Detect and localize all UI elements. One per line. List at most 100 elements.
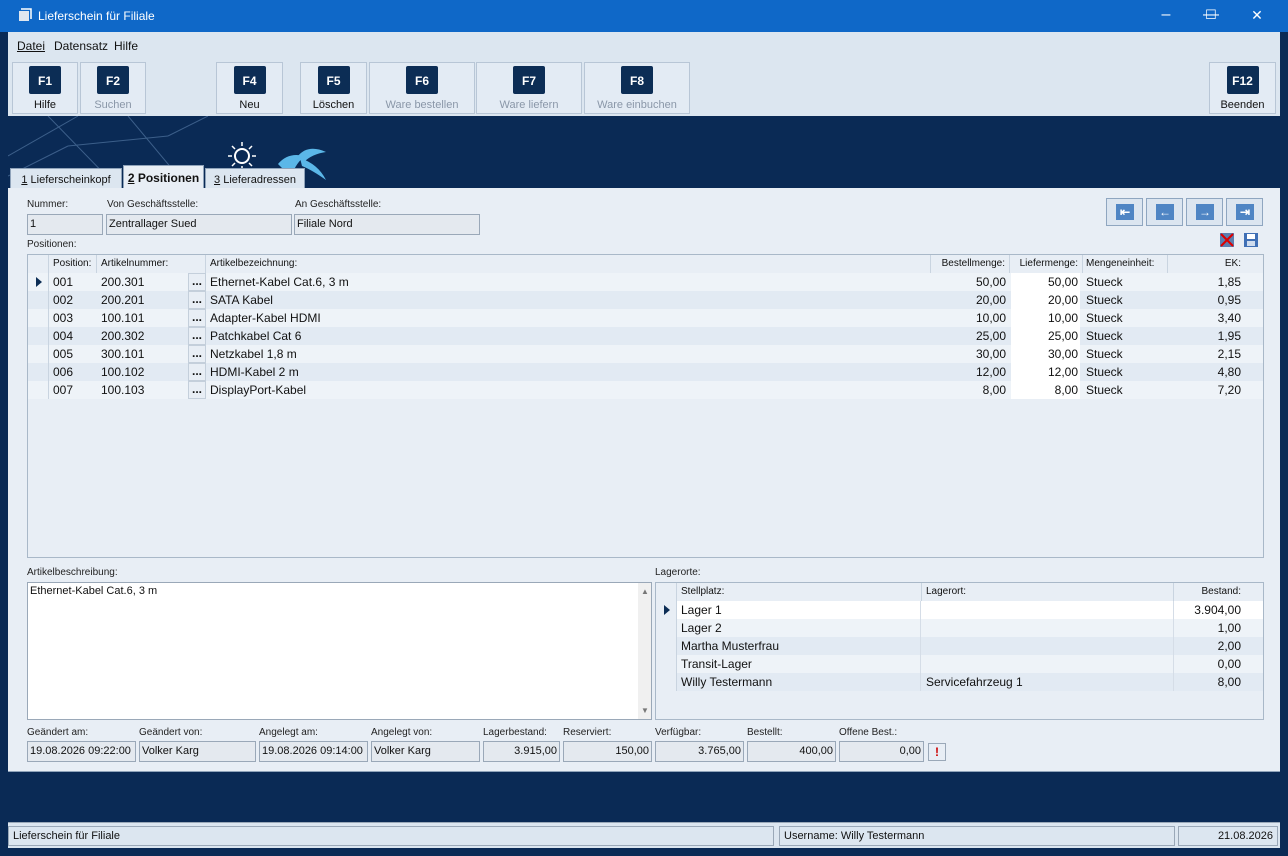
cell-liefermenge[interactable]: 20,00 [1011, 291, 1080, 309]
ellipsis-button[interactable]: ... [188, 363, 206, 381]
row-indicator[interactable] [656, 619, 677, 637]
deliver-goods-button[interactable]: F7 Ware liefern [476, 62, 582, 114]
tab-lieferadressen[interactable]: 3 Lieferadressen [205, 168, 305, 190]
maximize-button[interactable]: ☐ [1188, 0, 1234, 32]
cell-stellplatz[interactable]: Lager 2 [681, 619, 921, 637]
table-row[interactable]: 002 200.201... SATA Kabel 20,00 20,00 Stueck 0… [28, 291, 1263, 309]
cell-mengeneinheit[interactable]: Stueck [1086, 291, 1166, 309]
cell-mengeneinheit[interactable]: Stueck [1086, 345, 1166, 363]
cell-artikelbezeichnung[interactable]: SATA Kabel [210, 291, 930, 309]
first-record-button[interactable]: ⇤ [1106, 198, 1143, 226]
ellipsis-button[interactable]: ... [188, 273, 206, 291]
cell-ek[interactable]: 7,20 [1168, 381, 1241, 399]
cell-lagerort[interactable] [926, 619, 1174, 637]
cell-position[interactable]: 003 [53, 309, 97, 327]
row-indicator[interactable] [656, 673, 677, 691]
table-row[interactable]: 001 200.301... Ethernet-Kabel Cat.6, 3 m 50… [28, 273, 1263, 291]
delete-button[interactable]: F5 Löschen [300, 62, 367, 114]
col-bestand[interactable]: Bestand: [1174, 583, 1245, 601]
geaendert-von-field[interactable]: Volker Karg [139, 741, 256, 762]
row-indicator[interactable] [656, 637, 677, 655]
angelegt-am-field[interactable]: 19.08.2026 09:14:00 [259, 741, 368, 762]
offene-field[interactable]: 0,00 [839, 741, 924, 762]
next-record-button[interactable]: → [1186, 198, 1223, 226]
cell-ek[interactable]: 1,95 [1168, 327, 1241, 345]
bestellt-field[interactable]: 400,00 [747, 741, 836, 762]
ellipsis-button[interactable]: ... [188, 327, 206, 345]
save-icon[interactable] [1242, 231, 1260, 249]
cell-mengeneinheit[interactable]: Stueck [1086, 273, 1166, 291]
table-row[interactable]: Willy Testermann Servicefahrzeug 1 8,00 [656, 673, 1263, 691]
col-ek[interactable]: EK: [1168, 255, 1245, 273]
cell-artikelbezeichnung[interactable]: DisplayPort-Kabel [210, 381, 930, 399]
row-indicator[interactable] [28, 345, 49, 363]
lagerbestand-field[interactable]: 3.915,00 [483, 741, 560, 762]
tab-positionen[interactable]: 2 Positionen [123, 165, 204, 190]
cell-stellplatz[interactable]: Martha Musterfrau [681, 637, 921, 655]
row-indicator[interactable] [28, 381, 49, 399]
cell-artikelnummer[interactable]: 100.102 [101, 363, 187, 381]
reserviert-field[interactable]: 150,00 [563, 741, 652, 762]
cell-stellplatz[interactable]: Willy Testermann [681, 673, 921, 691]
nummer-field[interactable]: 1 [27, 214, 103, 235]
cell-liefermenge[interactable]: 50,00 [1011, 273, 1080, 291]
cell-mengeneinheit[interactable]: Stueck [1086, 327, 1166, 345]
geaendert-am-field[interactable]: 19.08.2026 09:22:00 [27, 741, 136, 762]
col-artikelnummer[interactable]: Artikelnummer: [97, 255, 206, 273]
cell-position[interactable]: 005 [53, 345, 97, 363]
scroll-up-icon[interactable]: ▲ [641, 587, 649, 596]
cell-stellplatz[interactable]: Lager 1 [681, 601, 921, 619]
ellipsis-button[interactable]: ... [188, 309, 206, 327]
von-field[interactable]: Zentrallager Sued [106, 214, 292, 235]
cell-bestellmenge[interactable]: 12,00 [931, 363, 1006, 381]
order-goods-button[interactable]: F6 Ware bestellen [369, 62, 475, 114]
cell-bestand[interactable]: 2,00 [1174, 637, 1241, 655]
angelegt-von-field[interactable]: Volker Karg [371, 741, 480, 762]
row-indicator[interactable] [28, 327, 49, 345]
verfuegbar-field[interactable]: 3.765,00 [655, 741, 744, 762]
cell-bestand[interactable]: 0,00 [1174, 655, 1241, 673]
cell-liefermenge[interactable]: 30,00 [1011, 345, 1080, 363]
beschreibung-textarea[interactable]: Ethernet-Kabel Cat.6, 3 m ▲ ▼ [27, 582, 652, 720]
ellipsis-button[interactable]: ... [188, 345, 206, 363]
cell-position[interactable]: 004 [53, 327, 97, 345]
cell-mengeneinheit[interactable]: Stueck [1086, 381, 1166, 399]
cell-ek[interactable]: 4,80 [1168, 363, 1241, 381]
row-indicator[interactable] [28, 363, 49, 381]
delete-row-icon[interactable] [1218, 231, 1236, 249]
cell-liefermenge[interactable]: 10,00 [1011, 309, 1080, 327]
cell-artikelnummer[interactable]: 100.103 [101, 381, 187, 399]
cell-liefermenge[interactable]: 25,00 [1011, 327, 1080, 345]
col-stellplatz[interactable]: Stellplatz: [677, 583, 922, 601]
cell-ek[interactable]: 0,95 [1168, 291, 1241, 309]
cell-mengeneinheit[interactable]: Stueck [1086, 363, 1166, 381]
col-artikelbezeichnung[interactable]: Artikelbezeichnung: [206, 255, 931, 273]
cell-mengeneinheit[interactable]: Stueck [1086, 309, 1166, 327]
table-row[interactable]: 006 100.102... HDMI-Kabel 2 m 12,00 12,00 Stu… [28, 363, 1263, 381]
cell-bestellmenge[interactable]: 10,00 [931, 309, 1006, 327]
search-button[interactable]: F2 Suchen [80, 62, 146, 114]
col-mengeneinheit[interactable]: Mengeneinheit: [1083, 255, 1168, 273]
cell-position[interactable]: 007 [53, 381, 97, 399]
menu-datei[interactable]: Datei [17, 39, 45, 53]
scrollbar[interactable]: ▲ ▼ [638, 583, 651, 719]
cell-lagerort[interactable]: Servicefahrzeug 1 [926, 673, 1174, 691]
cell-artikelnummer[interactable]: 100.101 [101, 309, 187, 327]
cell-artikelbezeichnung[interactable]: HDMI-Kabel 2 m [210, 363, 930, 381]
cell-artikelbezeichnung[interactable]: Ethernet-Kabel Cat.6, 3 m [210, 273, 930, 291]
ellipsis-button[interactable]: ... [188, 381, 206, 399]
table-row[interactable]: 005 300.101... Netzkabel 1,8 m 30,00 30,00 St… [28, 345, 1263, 363]
table-row[interactable]: 004 200.302... Patchkabel Cat 6 25,00 25,00 S… [28, 327, 1263, 345]
cell-liefermenge[interactable]: 12,00 [1011, 363, 1080, 381]
close-button[interactable]: ✕ [1234, 0, 1280, 32]
cell-bestand[interactable]: 3.904,00 [1174, 601, 1241, 619]
row-indicator[interactable] [28, 291, 49, 309]
menu-hilfe[interactable]: Hilfe [114, 39, 138, 53]
cell-artikelnummer[interactable]: 200.301 [101, 273, 187, 291]
cell-bestand[interactable]: 1,00 [1174, 619, 1241, 637]
tab-lieferscheinkopf[interactable]: 1 Lieferscheinkopf [10, 168, 122, 190]
cell-artikelbezeichnung[interactable]: Adapter-Kabel HDMI [210, 309, 930, 327]
table-row[interactable]: 003 100.101... Adapter-Kabel HDMI 10,00 10,0… [28, 309, 1263, 327]
warning-icon[interactable]: ! [928, 743, 946, 761]
cell-ek[interactable]: 2,15 [1168, 345, 1241, 363]
